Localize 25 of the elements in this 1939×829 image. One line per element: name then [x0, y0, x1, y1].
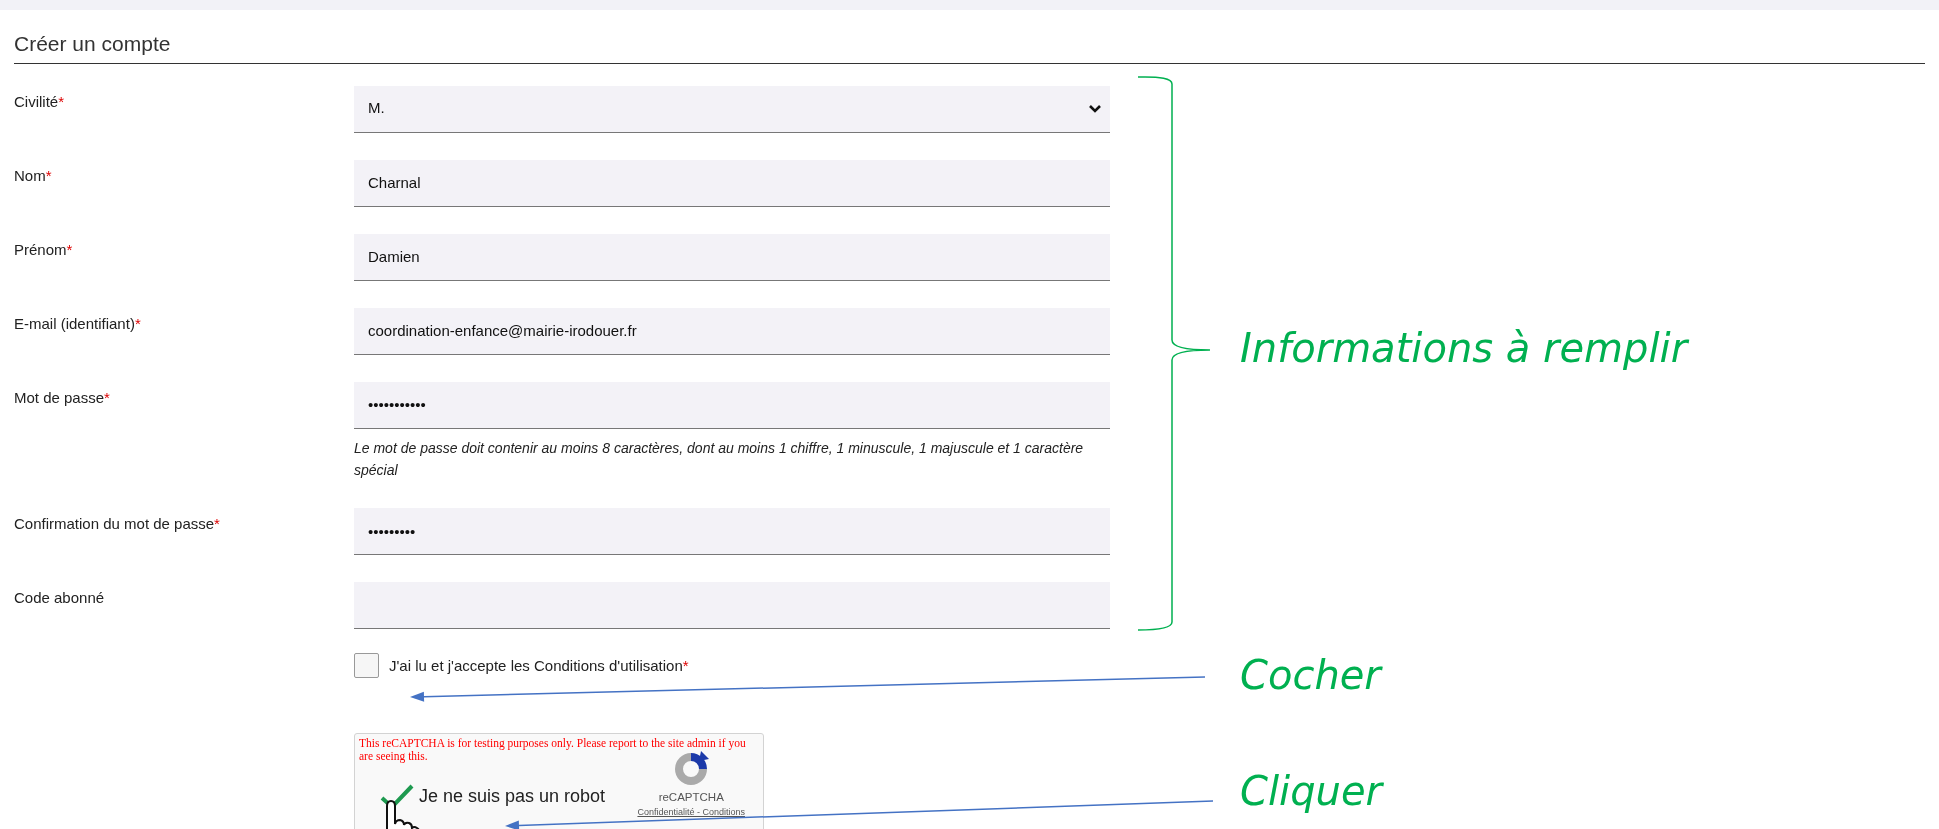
terms-label: J'ai lu et j'accepte les Conditions d'utilisation*: [389, 655, 689, 676]
field-label: Mot de passe*: [14, 387, 111, 408]
input-field[interactable]: Damien: [354, 233, 1110, 281]
warning-text: This reCAPTCHA is for testing purposes only. Please report to the site admin if you are seeing this.: [359, 737, 747, 763]
field-label: Nom*: [14, 165, 53, 186]
privacy-terms-link[interactable]: Confidentialité - Conditions: [637, 805, 745, 820]
field-label: Confirmation du mot de passe*: [14, 514, 221, 535]
help-text: Le mot de passe doit contenir au moins 8 caractères, dont au moins 1 chiffre, 1 minuscule, 1 majuscule et 1 caractère spécial: [354, 438, 1085, 480]
brand-text: reCAPTCHA: [658, 789, 724, 805]
input-field[interactable]: coordination-enfance@mairie-irodouer.fr: [354, 307, 1110, 355]
field-label: Code abonné: [14, 588, 106, 609]
recaptcha-label: Je ne suis pas un robot: [419, 785, 606, 809]
input-field[interactable]: Charnal: [354, 159, 1110, 207]
field-label: E-mail (identifiant)*: [14, 313, 142, 334]
field-label: Civilité*: [14, 91, 66, 112]
field-label: Prénom*: [14, 239, 74, 260]
annotation-text: Cocher: [1240, 655, 1381, 695]
input-field[interactable]: •••••••••••: [354, 381, 1110, 429]
chevron-down-icon: [1088, 103, 1102, 114]
form-title: Créer un compte: [14, 10, 1925, 64]
checkbox[interactable]: [354, 653, 379, 679]
annotation-text: Cliquer: [1240, 771, 1382, 811]
annotation-text: Informations à remplir: [1240, 328, 1688, 368]
select-field[interactable]: M.: [354, 85, 1110, 133]
input-field[interactable]: •••••••••: [354, 508, 1110, 556]
